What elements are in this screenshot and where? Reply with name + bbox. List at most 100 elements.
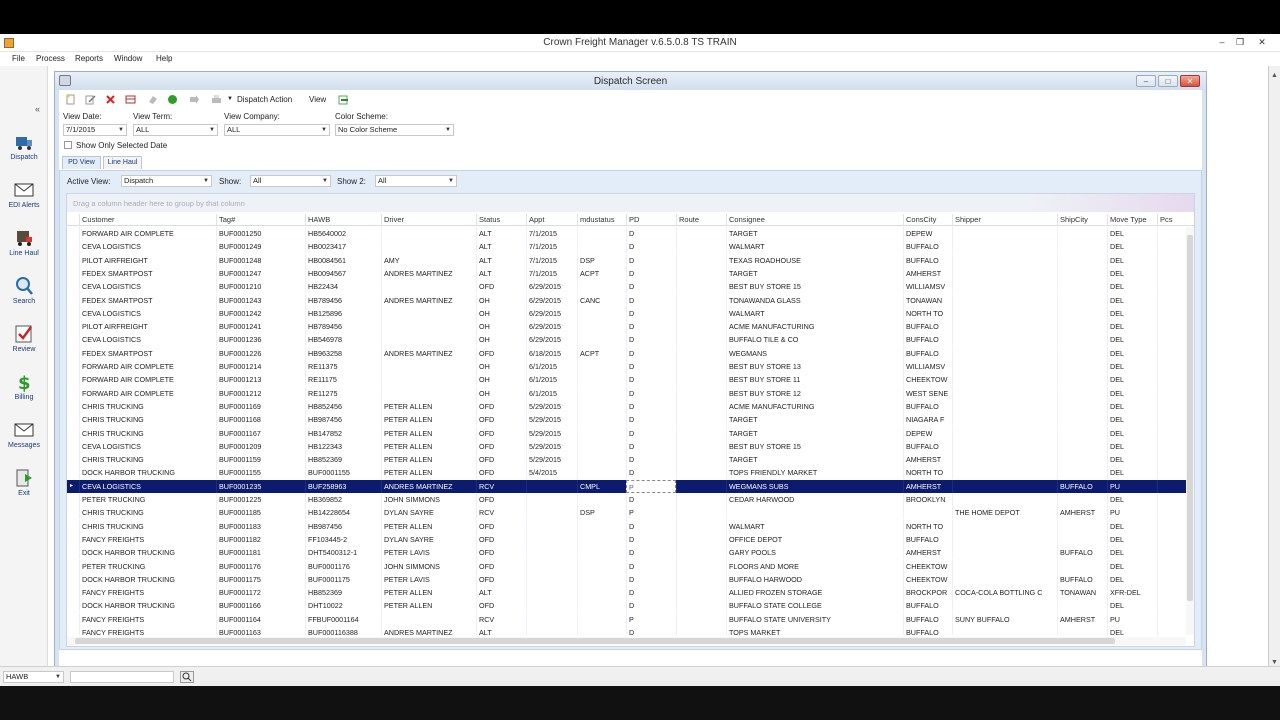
- cell-route[interactable]: [676, 532, 726, 546]
- cell-tag[interactable]: BUF0001248: [216, 253, 305, 267]
- cell-hawb[interactable]: HB147852: [305, 426, 381, 440]
- cell-driver[interactable]: ANDRES MARTINEZ: [381, 626, 476, 635]
- cell-move-type[interactable]: DEL: [1107, 453, 1157, 467]
- cell-tag[interactable]: BUF0001214: [216, 360, 305, 373]
- cell-conscity[interactable]: BUFFALO: [903, 240, 952, 254]
- cell-shipper[interactable]: [952, 240, 1057, 254]
- cell-driver[interactable]: ANDRES MARTINEZ: [381, 266, 476, 280]
- cell-consignee[interactable]: TEXAS ROADHOUSE: [726, 253, 903, 267]
- cell-customer[interactable]: FEDEX SMARTPOST: [79, 346, 216, 360]
- cell-consignee[interactable]: BUFFALO STATE UNIVERSITY: [726, 612, 903, 626]
- cell-conscity[interactable]: BUFFALO: [903, 399, 952, 413]
- cell-shipper[interactable]: SUNY BUFFALO: [952, 612, 1057, 626]
- column-header-appt[interactable]: Appt: [526, 214, 577, 226]
- cell-pd[interactable]: D: [626, 227, 676, 240]
- cell-route[interactable]: [676, 306, 726, 320]
- scroll-thumb[interactable]: [1187, 235, 1193, 601]
- cell-route[interactable]: [676, 519, 726, 533]
- cell-status[interactable]: RCV: [476, 506, 526, 520]
- dispatch-action-button[interactable]: Dispatch Action: [237, 95, 292, 104]
- cell-shipper[interactable]: [952, 306, 1057, 320]
- cell-tag[interactable]: BUF0001175: [216, 572, 305, 586]
- cell-shipcity[interactable]: [1057, 413, 1107, 427]
- cell-driver[interactable]: [381, 373, 476, 387]
- show-only-selected-checkbox[interactable]: [64, 141, 72, 149]
- cell-route[interactable]: [676, 227, 726, 240]
- cell-consignee[interactable]: BEST BUY STORE 15: [726, 280, 903, 294]
- cell-conscity[interactable]: BUFFALO: [903, 333, 952, 347]
- table-row[interactable]: CEVA LOGISTICS BUF0001242 HB125896 OH 6/29/2…: [67, 306, 1187, 320]
- cell-driver[interactable]: JOHN SIMMONS: [381, 559, 476, 573]
- sidebar-item-exit[interactable]: Exit: [0, 466, 48, 510]
- cell-conscity[interactable]: BUFFALO: [903, 626, 952, 635]
- cell-conscity[interactable]: DEPEW: [903, 227, 952, 240]
- cell-route[interactable]: [676, 320, 726, 334]
- cell-move-type[interactable]: DEL: [1107, 240, 1157, 254]
- cell-customer[interactable]: PILOT AIRFREIGHT: [79, 320, 216, 334]
- cell-appt[interactable]: 7/1/2015: [526, 253, 577, 267]
- cell-shipper[interactable]: [952, 386, 1057, 400]
- cell-move-type[interactable]: DEL: [1107, 413, 1157, 427]
- cell-appt[interactable]: [526, 479, 577, 493]
- cell-appt[interactable]: 6/18/2015: [526, 346, 577, 360]
- cell-pd[interactable]: D: [626, 493, 676, 506]
- cell-pd[interactable]: D: [626, 413, 676, 427]
- cell-mdustatus[interactable]: ACPT: [577, 266, 626, 280]
- cell-status[interactable]: OFD: [476, 453, 526, 467]
- grid-icon[interactable]: [125, 94, 136, 105]
- sidebar-item-line-haul[interactable]: Line Haul: [0, 226, 48, 270]
- cell-customer[interactable]: PETER TRUCKING: [79, 559, 216, 573]
- cell-status[interactable]: OFD: [476, 546, 526, 560]
- menu-help[interactable]: Help: [156, 54, 172, 63]
- cell-move-type[interactable]: DEL: [1107, 599, 1157, 613]
- cell-pd[interactable]: D: [626, 266, 676, 280]
- cell-pd[interactable]: D: [626, 466, 676, 480]
- cell-customer[interactable]: CEVA LOGISTICS: [79, 240, 216, 254]
- cell-consignee[interactable]: TARGET: [726, 426, 903, 440]
- cell-shipcity[interactable]: [1057, 227, 1107, 240]
- cell-move-type[interactable]: DEL: [1107, 320, 1157, 334]
- group-by-area[interactable]: Drag a column header here to group by th…: [67, 194, 1194, 212]
- cell-pd[interactable]: D: [626, 586, 676, 600]
- table-row[interactable]: CEVA LOGISTICS BUF0001209 HB122343 PETER AL…: [67, 439, 1187, 453]
- cell-conscity[interactable]: AMHERST: [903, 479, 952, 493]
- cell-shipcity[interactable]: [1057, 373, 1107, 387]
- cell-appt[interactable]: 6/29/2015: [526, 333, 577, 347]
- cell-tag[interactable]: BUF0001176: [216, 559, 305, 573]
- cell-shipcity[interactable]: [1057, 493, 1107, 506]
- cell-status[interactable]: OH: [476, 293, 526, 307]
- cell-appt[interactable]: [526, 586, 577, 600]
- cell-mdustatus[interactable]: [577, 612, 626, 626]
- cell-conscity[interactable]: BUFFALO: [903, 439, 952, 453]
- cell-consignee[interactable]: TOPS FRIENDLY MARKET: [726, 466, 903, 480]
- cell-pcs[interactable]: [1157, 373, 1187, 387]
- table-row[interactable]: CHRIS TRUCKING BUF0001185 HB14228654 DYLAN …: [67, 506, 1187, 520]
- cell-shipper[interactable]: [952, 373, 1057, 387]
- cell-hawb[interactable]: HB852369: [305, 586, 381, 600]
- cell-hawb[interactable]: HB789456: [305, 320, 381, 334]
- cell-move-type[interactable]: DEL: [1107, 532, 1157, 546]
- cell-hawb[interactable]: FFBUF0001164: [305, 612, 381, 626]
- sidebar-item-search[interactable]: Search: [0, 274, 48, 318]
- quick-search-input[interactable]: [70, 671, 174, 683]
- cell-hawb[interactable]: HB546978: [305, 333, 381, 347]
- cell-mdustatus[interactable]: [577, 466, 626, 480]
- cell-move-type[interactable]: DEL: [1107, 466, 1157, 480]
- cell-mdustatus[interactable]: [577, 360, 626, 373]
- cell-pd[interactable]: D: [626, 373, 676, 387]
- column-header-pcs[interactable]: Pcs: [1157, 214, 1187, 226]
- cell-pd[interactable]: D: [626, 532, 676, 546]
- cell-pcs[interactable]: [1157, 546, 1187, 560]
- cell-move-type[interactable]: DEL: [1107, 572, 1157, 586]
- cell-move-type[interactable]: DEL: [1107, 227, 1157, 240]
- cell-status[interactable]: ALT: [476, 240, 526, 254]
- cell-shipcity[interactable]: [1057, 386, 1107, 400]
- cell-consignee[interactable]: BEST BUY STORE 13: [726, 360, 903, 373]
- cell-driver[interactable]: [381, 306, 476, 320]
- cell-customer[interactable]: FORWARD AIR COMPLETE: [79, 386, 216, 400]
- cell-consignee[interactable]: CEDAR HARWOOD: [726, 493, 903, 506]
- cell-driver[interactable]: PETER LAVIS: [381, 546, 476, 560]
- table-row[interactable]: CEVA LOGISTICS BUF0001249 HB0023417 ALT 7/1/…: [67, 240, 1187, 254]
- cell-consignee[interactable]: ALLIED FROZEN STORAGE: [726, 586, 903, 600]
- cell-shipcity[interactable]: [1057, 253, 1107, 267]
